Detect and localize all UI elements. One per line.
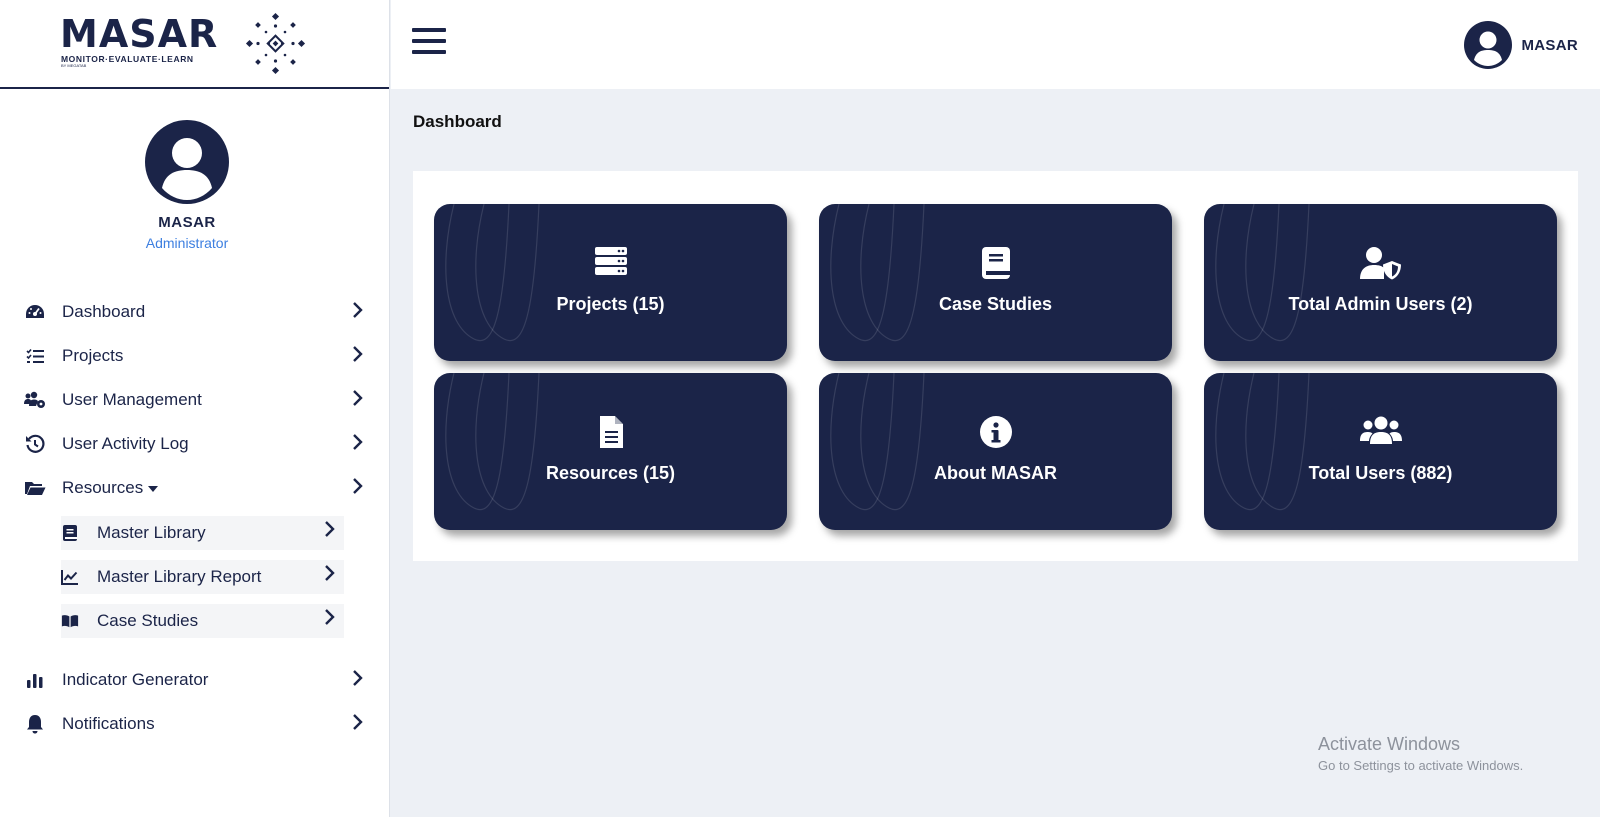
bell-icon — [24, 713, 46, 735]
chevron-right-icon — [325, 609, 335, 625]
history-icon — [24, 433, 46, 455]
chevron-right-icon — [353, 434, 363, 450]
card-resources[interactable]: Resources (15) — [434, 373, 787, 530]
users-cog-icon — [24, 389, 46, 411]
card-decoration — [445, 204, 540, 342]
sidebar: MASAR MONITOR·EVALUATE·LEARN BY MEGATAB — [0, 0, 390, 817]
profile-card: MASAR Administrator — [0, 120, 374, 251]
chevron-right-icon — [353, 390, 363, 406]
dashboard-panel: Projects (15) Case Studies Total Admin U… — [413, 171, 1578, 561]
card-total-admin-users[interactable]: Total Admin Users (2) — [1204, 204, 1557, 361]
sidebar-item-dashboard[interactable]: Dashboard — [24, 294, 374, 330]
book-icon — [61, 524, 79, 542]
card-decoration — [1215, 204, 1310, 342]
card-label: Case Studies — [938, 294, 1053, 314]
card-projects[interactable]: Projects (15) — [434, 204, 787, 361]
profile-role: Administrator — [145, 235, 229, 251]
book-open-icon — [61, 612, 79, 630]
card-about-masar[interactable]: About MASAR — [819, 373, 1172, 530]
card-decoration — [1215, 373, 1310, 511]
chevron-right-icon — [325, 521, 335, 537]
card-label: Total Admin Users (2) — [1288, 294, 1473, 314]
top-bar: MASAR — [391, 0, 1600, 89]
chevron-right-icon — [353, 714, 363, 730]
sidebar-item-user-management[interactable]: User Management — [24, 382, 374, 418]
user-shield-icon — [1204, 246, 1557, 280]
card-case-studies[interactable]: Case Studies — [819, 204, 1172, 361]
sidebar-item-label: Resources — [62, 478, 159, 498]
user-circle-icon — [1463, 21, 1512, 69]
speedometer-icon — [24, 301, 46, 323]
task-list-icon — [24, 345, 46, 367]
sidebar-item-label: Indicator Generator — [62, 670, 209, 689]
logo[interactable]: MASAR MONITOR·EVALUATE·LEARN BY MEGATAB — [0, 0, 389, 89]
chevron-right-icon — [353, 478, 363, 494]
sidebar-subitem-label: Case Studies — [97, 611, 199, 630]
caret-down-icon — [148, 485, 159, 492]
activation-watermark: Activate Windows Go to Settings to activ… — [1318, 734, 1523, 773]
profile-name: MASAR — [158, 214, 216, 231]
folder-open-icon — [24, 477, 46, 499]
card-total-users[interactable]: Total Users (882) — [1204, 373, 1557, 530]
users-icon — [1204, 415, 1557, 449]
info-circle-icon — [819, 415, 1172, 449]
chevron-right-icon — [353, 302, 363, 318]
sidebar-item-label: Projects — [62, 346, 124, 365]
sidebar-subitem-case-studies[interactable]: Case Studies — [61, 604, 344, 638]
card-label: Total Users (882) — [1308, 463, 1453, 483]
watermark-title: Activate Windows — [1318, 734, 1461, 754]
page-title: Dashboard — [413, 112, 502, 131]
logo-wordmark: MASAR — [60, 12, 219, 56]
card-label: Resources (15) — [545, 463, 676, 483]
watermark-subtitle: Go to Settings to activate Windows. — [1318, 758, 1524, 773]
sidebar-subitem-master-library-report[interactable]: Master Library Report — [61, 560, 344, 594]
user-circle-icon — [145, 120, 229, 204]
sidebar-item-projects[interactable]: Projects — [24, 338, 374, 374]
card-decoration — [445, 373, 540, 511]
sidebar-item-label: User Activity Log — [62, 434, 189, 453]
sidebar-item-label: Notifications — [62, 714, 155, 733]
sidebar-subitem-label: Master Library Report — [97, 567, 262, 586]
sidebar-item-user-activity-log[interactable]: User Activity Log — [24, 426, 374, 462]
sidebar-subitem-label: Master Library — [97, 523, 206, 542]
chevron-right-icon — [353, 346, 363, 362]
card-label: Projects (15) — [556, 294, 665, 314]
book-icon — [819, 246, 1172, 280]
card-decoration — [830, 204, 925, 342]
sidebar-item-resources[interactable]: Resources — [24, 470, 374, 506]
sidebar-item-label: User Management — [62, 390, 202, 409]
server-icon — [434, 246, 787, 280]
bar-chart-icon — [24, 669, 46, 691]
sidebar-subitem-master-library[interactable]: Master Library — [61, 516, 344, 550]
card-decoration — [830, 373, 925, 511]
chevron-right-icon — [325, 565, 335, 581]
logo-mark-icon — [245, 12, 306, 75]
user-menu[interactable]: MASAR — [1463, 21, 1579, 69]
logo-by-line: BY MEGATAB — [61, 63, 87, 68]
sidebar-item-indicator-generator[interactable]: Indicator Generator — [24, 662, 374, 698]
line-chart-icon — [61, 568, 79, 586]
sidebar-item-label: Dashboard — [62, 302, 146, 321]
card-label: About MASAR — [934, 463, 1057, 483]
chevron-right-icon — [353, 670, 363, 686]
sidebar-item-notifications[interactable]: Notifications — [24, 706, 374, 742]
file-text-icon — [434, 415, 787, 449]
hamburger-icon[interactable] — [412, 28, 446, 58]
user-name: MASAR — [1521, 36, 1578, 54]
